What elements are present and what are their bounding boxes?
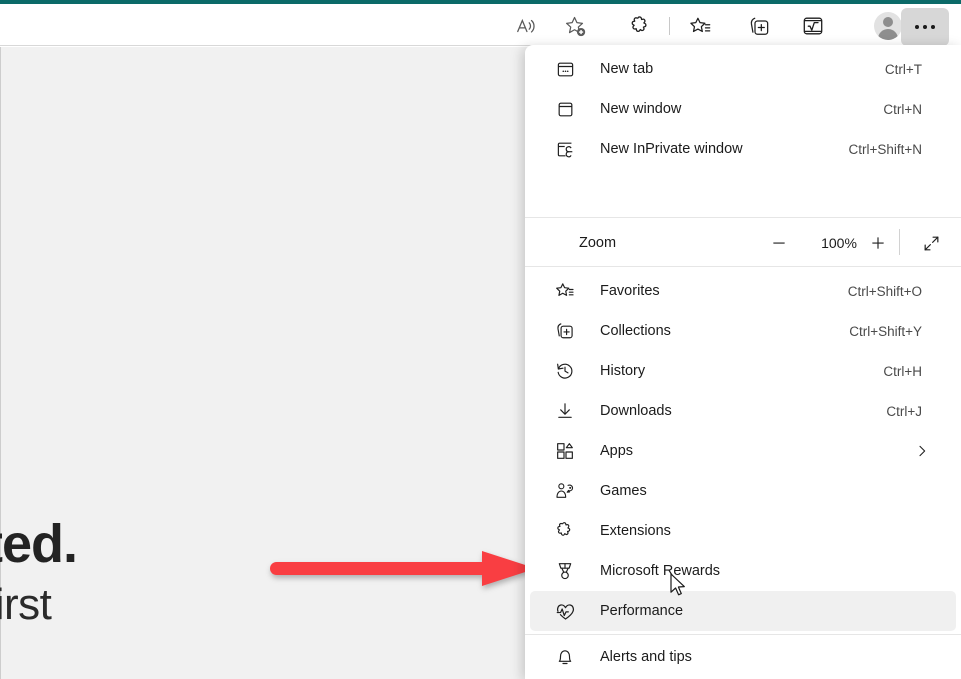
menu-item-apps[interactable]: Apps (530, 431, 956, 471)
menu-item-label: Favorites (600, 283, 660, 299)
profile-avatar[interactable] (874, 12, 902, 40)
menu-item-shortcut: Ctrl+J (886, 404, 922, 419)
menu-item-label: New InPrivate window (600, 141, 743, 157)
extensions-icon[interactable] (624, 10, 656, 42)
annotation-arrow (270, 548, 538, 590)
downloads-arrow-icon (553, 399, 577, 423)
read-aloud-icon[interactable] (510, 10, 542, 42)
settings-and-more-menu: New tab Ctrl+T New window Ctrl+N (525, 45, 961, 679)
extensions-puzzle-icon (553, 519, 577, 543)
bell-icon (553, 645, 577, 669)
menu-item-label: Performance (600, 603, 683, 619)
menu-item-microsoft-rewards[interactable]: Microsoft Rewards (530, 551, 956, 591)
menu-item-favorites[interactable]: Favorites Ctrl+Shift+O (530, 271, 956, 311)
collections-icon[interactable] (743, 10, 775, 42)
rewards-medal-icon (553, 559, 577, 583)
menu-item-label: History (600, 363, 645, 379)
avatar-head (883, 17, 893, 27)
history-clock-icon (553, 359, 577, 383)
browser-window: ted. first groovyPost.com (0, 0, 961, 679)
menu-item-label: Alerts and tips (600, 649, 692, 665)
menu-item-new-tab[interactable]: New tab Ctrl+T (530, 49, 956, 89)
menu-item-label: Collections (600, 323, 671, 339)
toolbar-divider (669, 17, 670, 35)
new-window-icon (553, 97, 577, 121)
inprivate-icon (553, 137, 577, 161)
new-tab-icon (553, 57, 577, 81)
zoom-level-value: 100% (811, 235, 867, 251)
collections-icon (553, 319, 577, 343)
chevron-right-icon (914, 443, 930, 459)
menu-item-shortcut: Ctrl+N (883, 102, 922, 117)
games-icon (553, 479, 577, 503)
menu-item-shortcut: Ctrl+T (885, 62, 922, 77)
page-heading-line-1: ted. (0, 513, 77, 575)
mouse-cursor (670, 573, 688, 604)
full-screen-button[interactable] (914, 227, 948, 259)
menu-separator (525, 266, 961, 267)
browser-toolbar (0, 4, 961, 46)
menu-item-games[interactable]: Games (530, 471, 956, 511)
menu-item-label: Microsoft Rewards (600, 563, 720, 579)
zoom-divider (899, 229, 900, 255)
math-solver-icon[interactable] (797, 10, 829, 42)
menu-item-label: New tab (600, 61, 653, 77)
avatar-body (878, 29, 898, 40)
zoom-label: Zoom (579, 235, 616, 251)
menu-item-downloads[interactable]: Downloads Ctrl+J (530, 391, 956, 431)
add-to-favorites-icon[interactable] (559, 10, 591, 42)
menu-separator (525, 634, 961, 635)
menu-item-extensions[interactable]: Extensions (530, 511, 956, 551)
zoom-out-button[interactable] (762, 227, 796, 259)
zoom-in-button[interactable] (861, 227, 895, 259)
performance-heartbeat-icon (553, 599, 577, 623)
menu-item-shortcut: Ctrl+H (883, 364, 922, 379)
apps-grid-icon (553, 439, 577, 463)
menu-item-shortcut: Ctrl+Shift+O (848, 284, 922, 299)
menu-item-history[interactable]: History Ctrl+H (530, 351, 956, 391)
menu-item-label: Downloads (600, 403, 672, 419)
menu-item-label: New window (600, 101, 681, 117)
favorites-icon[interactable] (684, 10, 716, 42)
menu-item-label: Apps (600, 443, 633, 459)
settings-and-more-button[interactable] (901, 8, 949, 46)
menu-item-new-inprivate-window[interactable]: New InPrivate window Ctrl+Shift+N (530, 129, 956, 169)
menu-item-collections[interactable]: Collections Ctrl+Shift+Y (530, 311, 956, 351)
watermark-text: groovyPost.com (19, 673, 195, 679)
menu-item-new-window[interactable]: New window Ctrl+N (530, 89, 956, 129)
zoom-row: Zoom 100% (525, 221, 961, 265)
menu-item-shortcut: Ctrl+Shift+Y (849, 324, 922, 339)
menu-item-shortcut: Ctrl+Shift+N (848, 142, 922, 157)
menu-separator (525, 217, 961, 218)
menu-item-performance[interactable]: Performance (530, 591, 956, 631)
menu-item-label: Extensions (600, 523, 671, 539)
ellipsis-icon (915, 25, 935, 29)
menu-item-alerts-and-tips[interactable]: Alerts and tips (530, 637, 956, 677)
menu-item-label: Games (600, 483, 647, 499)
favorites-star-icon (553, 279, 577, 303)
page-heading-line-2: first (0, 580, 51, 630)
